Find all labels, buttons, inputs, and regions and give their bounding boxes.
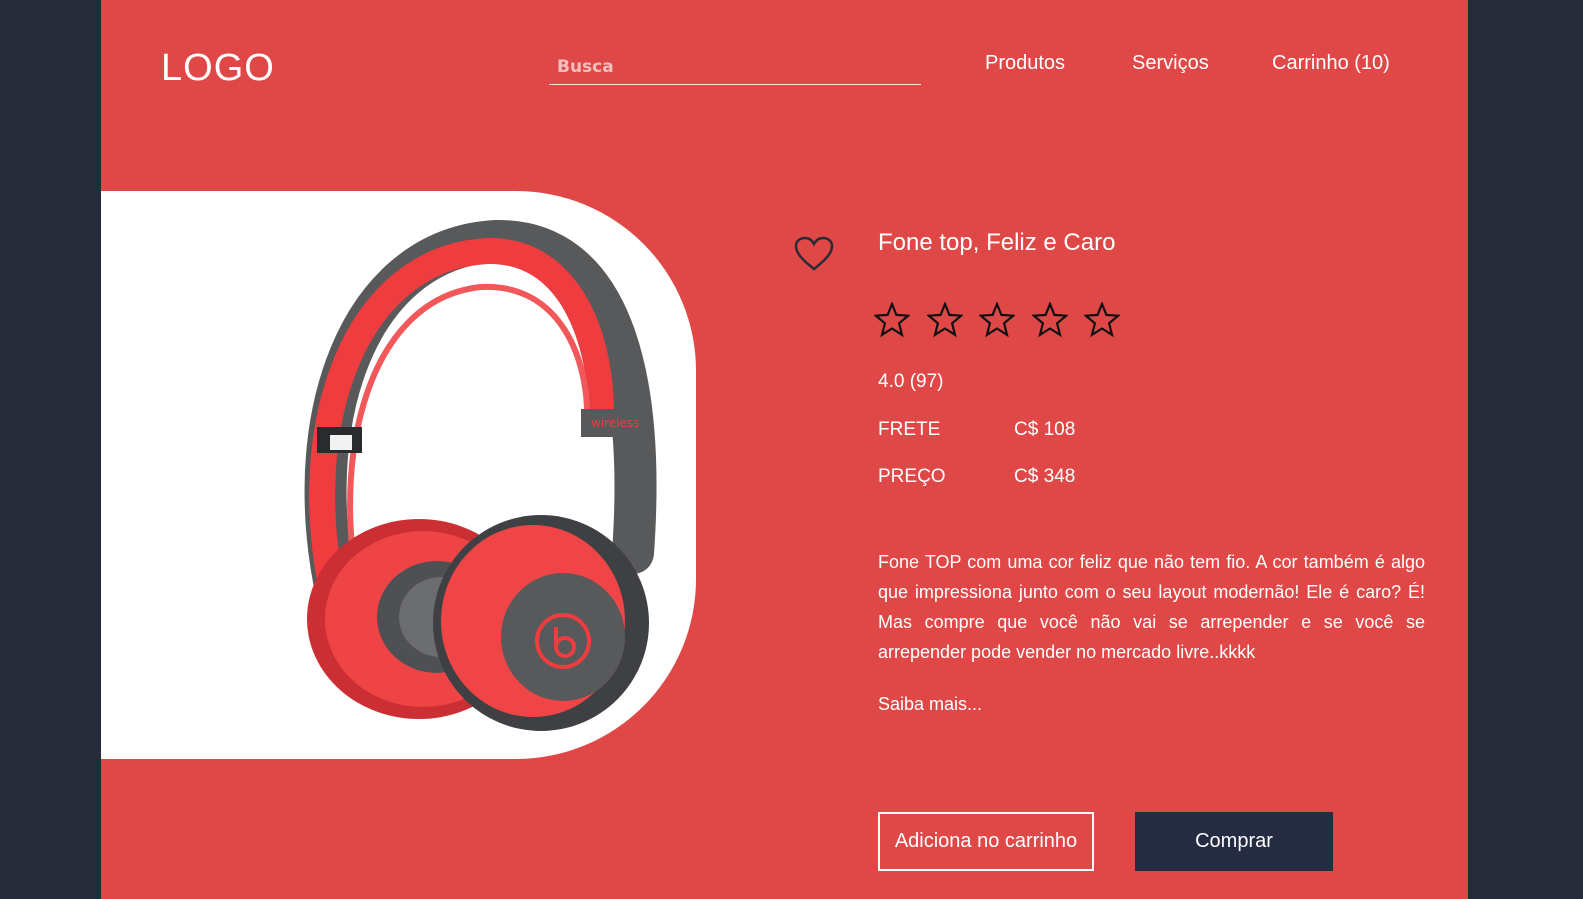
star-icon[interactable]	[1084, 302, 1120, 338]
star-icon[interactable]	[1031, 302, 1068, 338]
search-input[interactable]	[549, 50, 921, 84]
product-image-card: wireless	[101, 191, 696, 759]
image-brand-text: wireless	[591, 416, 639, 430]
star-icon[interactable]	[979, 302, 1015, 338]
product-page: LOGO Produtos Serviços Carrinho (10) wir…	[101, 0, 1468, 899]
product-image: wireless	[304, 219, 657, 731]
logo[interactable]: LOGO	[161, 47, 275, 90]
product-description: Fone TOP com uma cor feliz que não tem f…	[878, 552, 1425, 662]
nav-products[interactable]: Produtos	[985, 52, 1065, 75]
star-icon[interactable]	[874, 302, 910, 338]
product-title: Fone top, Feliz e Caro	[878, 229, 1116, 256]
price-label: PREÇO	[878, 466, 946, 487]
add-to-cart-button[interactable]: Adiciona no carrinho	[878, 812, 1094, 871]
nav-services[interactable]: Serviços	[1132, 52, 1209, 75]
favorite-heart-icon[interactable]	[794, 236, 834, 272]
star-icon[interactable]	[926, 302, 963, 338]
read-more-link[interactable]: Saiba mais...	[878, 694, 982, 715]
search-field[interactable]	[549, 50, 921, 85]
nav-cart[interactable]: Carrinho (10)	[1272, 52, 1390, 75]
price-value: C$ 348	[1014, 466, 1076, 487]
rating-summary: 4.0 (97)	[878, 371, 944, 392]
shipping-value: C$ 108	[1014, 419, 1076, 440]
buy-button[interactable]: Comprar	[1135, 812, 1333, 871]
shipping-label: FRETE	[878, 419, 941, 440]
